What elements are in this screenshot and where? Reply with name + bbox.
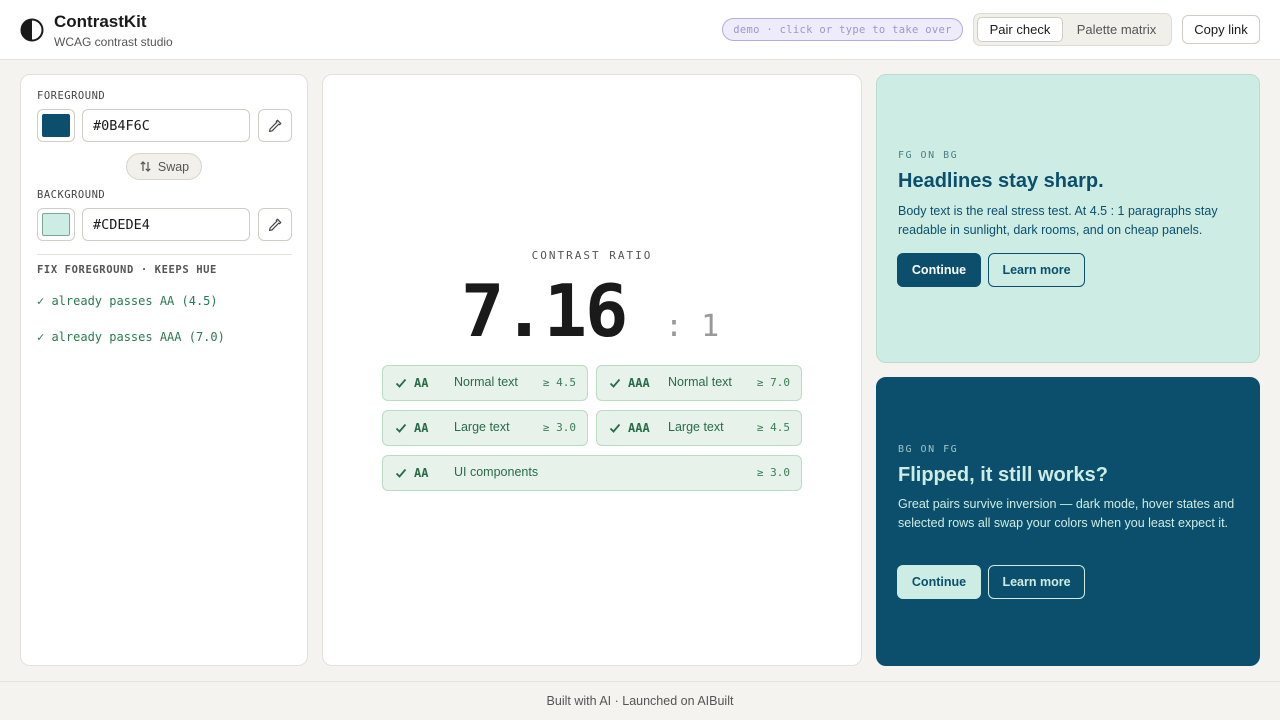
badge-min: ≥ 3.0 xyxy=(542,421,576,434)
preview-learn-more-button[interactable]: Learn more xyxy=(988,565,1085,599)
foreground-swatch[interactable] xyxy=(37,109,75,142)
badge-level: AAA xyxy=(628,421,650,435)
eyedropper-icon xyxy=(269,218,282,231)
fix-status-aaa: ✓ already passes AAA (7.0) xyxy=(37,330,225,344)
preview-bg-on-fg: BG ON FG Flipped, it still works? Great … xyxy=(876,377,1260,666)
footer: Built with AI · Launched on AIBuilt xyxy=(0,681,1280,720)
contrast-result-panel: CONTRAST RATIO 7.16 : 1 AA Normal text ≥… xyxy=(322,74,862,666)
contrast-ratio-label: CONTRAST RATIO xyxy=(531,249,653,262)
background-label: BACKGROUND xyxy=(37,189,106,201)
badge-kind: Normal text xyxy=(454,375,518,389)
foreground-hex-input[interactable] xyxy=(82,109,250,142)
preview-eyebrow: BG ON FG xyxy=(898,444,959,455)
preview-continue-button[interactable]: Continue xyxy=(897,253,981,287)
preview-body: Great pairs survive inversion — dark mod… xyxy=(898,497,1235,530)
badge-aa-normal: AA Normal text ≥ 4.5 xyxy=(382,365,588,401)
background-swatch-color xyxy=(42,213,70,236)
preview-headline: Headlines stay sharp. xyxy=(898,170,1104,192)
half-circle-logo-icon xyxy=(20,18,44,42)
mode-tabs: Pair check Palette matrix xyxy=(973,13,1172,46)
swap-button[interactable]: Swap xyxy=(126,153,202,180)
background-hex-input[interactable] xyxy=(82,208,250,241)
app-header: ContrastKit WCAG contrast studio demo · … xyxy=(0,0,1280,60)
badge-min: ≥ 4.5 xyxy=(542,376,576,389)
badge-min: ≥ 3.0 xyxy=(756,466,790,479)
divider xyxy=(37,254,292,255)
brand-subtitle: WCAG contrast studio xyxy=(54,35,173,49)
badge-kind: Large text xyxy=(454,420,510,434)
tab-palette-matrix[interactable]: Palette matrix xyxy=(1066,17,1167,42)
badge-aa-large: AA Large text ≥ 3.0 xyxy=(382,410,588,446)
badge-aa-ui-components: AA UI components ≥ 3.0 xyxy=(382,455,802,491)
badge-kind: Normal text xyxy=(668,375,732,389)
check-icon xyxy=(395,423,407,433)
badge-min: ≥ 4.5 xyxy=(756,421,790,434)
tab-pair-check[interactable]: Pair check xyxy=(977,17,1063,42)
badge-level: AAA xyxy=(628,376,650,390)
foreground-label: FOREGROUND xyxy=(37,90,106,102)
badge-kind: Large text xyxy=(668,420,724,434)
preview-eyebrow: FG ON BG xyxy=(898,150,959,161)
check-icon xyxy=(609,378,621,388)
swap-arrows-icon xyxy=(140,161,151,172)
badge-aaa-large: AAA Large text ≥ 4.5 xyxy=(596,410,802,446)
badge-level: AA xyxy=(414,466,429,480)
badge-kind: UI components xyxy=(454,465,539,479)
demo-mode-pill[interactable]: demo · click or type to take over xyxy=(722,18,963,41)
background-eyedropper-button[interactable] xyxy=(258,208,292,241)
copy-link-button[interactable]: Copy link xyxy=(1182,15,1260,44)
contrast-ratio-suffix: : 1 xyxy=(665,309,720,344)
preview-learn-more-button[interactable]: Learn more xyxy=(988,253,1085,287)
fix-status-aa: ✓ already passes AA (4.5) xyxy=(37,294,218,308)
check-icon xyxy=(609,423,621,433)
eyedropper-icon xyxy=(269,119,282,132)
badge-level: AA xyxy=(414,421,429,435)
badge-min: ≥ 7.0 xyxy=(756,376,790,389)
color-input-panel: FOREGROUND Swap BACKGROUND FIX FOREGROUN… xyxy=(20,74,308,666)
brand-title: ContrastKit xyxy=(54,12,147,31)
preview-fg-on-bg: FG ON BG Headlines stay sharp. Body text… xyxy=(876,74,1260,363)
footer-text: Built with AI · Launched on AIBuilt xyxy=(546,694,734,708)
swap-label: Swap xyxy=(157,159,190,174)
preview-continue-button[interactable]: Continue xyxy=(897,565,981,599)
check-icon xyxy=(395,378,407,388)
badge-aaa-normal: AAA Normal text ≥ 7.0 xyxy=(596,365,802,401)
foreground-eyedropper-button[interactable] xyxy=(258,109,292,142)
fix-foreground-title: FIX FOREGROUND · KEEPS HUE xyxy=(37,264,217,276)
check-icon xyxy=(395,468,407,478)
badge-level: AA xyxy=(414,376,429,390)
preview-headline: Flipped, it still works? xyxy=(898,464,1109,486)
contrast-ratio-value: 7.16 xyxy=(461,269,628,353)
foreground-swatch-color xyxy=(42,114,70,137)
background-swatch[interactable] xyxy=(37,208,75,241)
preview-body: Body text is the real stress test. At 4.… xyxy=(898,204,1218,237)
